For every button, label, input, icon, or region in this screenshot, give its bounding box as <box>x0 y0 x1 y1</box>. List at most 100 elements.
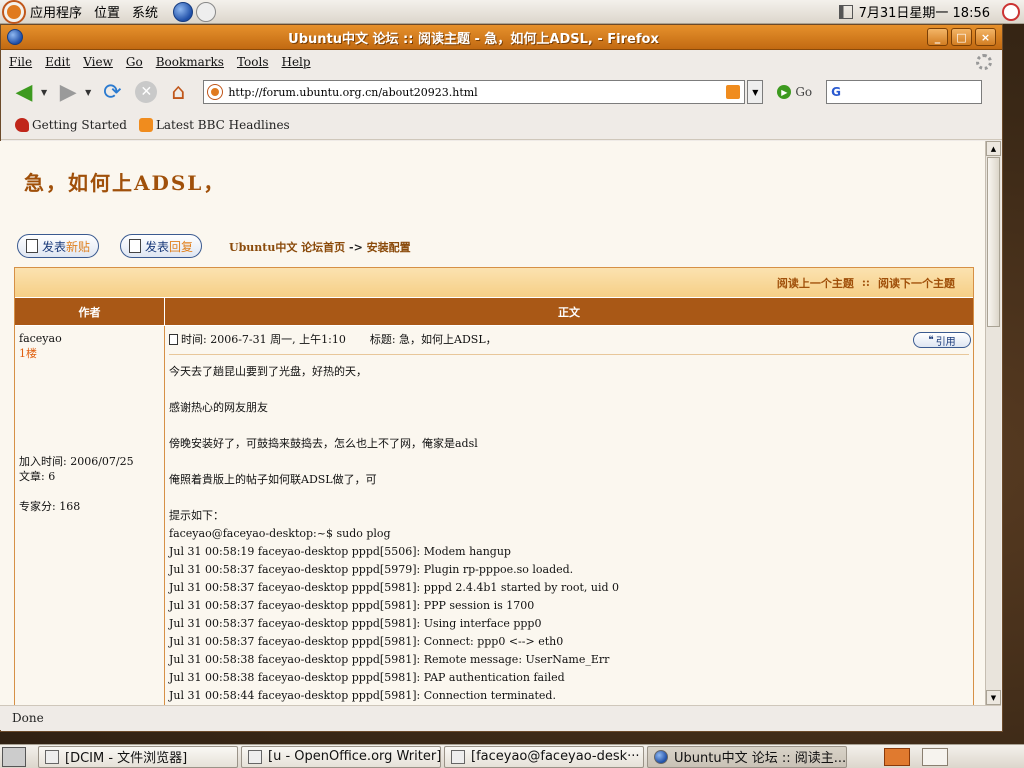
breadcrumb-forum-index[interactable]: Ubuntu中文 论坛首页 <box>229 241 345 254</box>
task-label: [DCIM - 文件浏览器] <box>65 751 188 766</box>
address-input[interactable]: http://forum.ubuntu.org.cn/about20923.ht… <box>228 86 726 99</box>
firefox-task-icon <box>654 749 668 764</box>
log-line: Jul 31 00:58:38 faceyao-desktop pppd[598… <box>169 671 565 684</box>
post-paragraph: 傍晚安装好了，可鼓捣来鼓捣去，怎么也上不了网，俺家是adsl <box>169 437 478 450</box>
menu-help[interactable]: Help <box>281 55 310 69</box>
maximize-button[interactable]: □ <box>951 28 972 46</box>
forward-button[interactable]: ▶ <box>53 77 83 107</box>
bookmark-bbc-headlines[interactable]: Latest BBC Headlines <box>138 117 290 132</box>
menu-edit[interactable]: Edit <box>45 55 70 69</box>
go-arrow-icon: ▶ <box>777 85 792 99</box>
top-panel: 应用程序 位置 系统 7月31日星期一 18:56 <box>0 0 1024 24</box>
reply-label-highlight: 回复 <box>169 239 194 254</box>
post-divider <box>169 354 969 355</box>
google-search-icon[interactable]: G <box>831 85 841 99</box>
bookmark-label: Getting Started <box>32 117 127 132</box>
power-icon[interactable] <box>1002 2 1020 21</box>
topic-nav-separator: :: <box>861 276 870 289</box>
topic-navigation: 阅读上一个主题 :: 阅读下一个主题 <box>15 268 973 298</box>
new-topic-button[interactable]: 发表 新贴 <box>17 234 100 258</box>
mail-launcher-icon[interactable] <box>196 1 217 22</box>
stop-button[interactable]: ✕ <box>135 81 158 103</box>
scroll-up-button[interactable]: ▲ <box>986 141 1001 156</box>
reply-button[interactable]: 发表 回复 <box>120 234 203 258</box>
workspace-2[interactable] <box>922 747 948 766</box>
menu-file[interactable]: File <box>9 55 32 69</box>
menu-applications[interactable]: 应用程序 <box>30 2 82 21</box>
window-titlebar[interactable]: Ubuntu中文 论坛 :: 阅读主题 - 急，如何上ADSL, - Firef… <box>1 25 1002 50</box>
go-button[interactable]: ▶ Go <box>777 85 812 99</box>
bookmark-label: Latest BBC Headlines <box>155 117 290 132</box>
volume-icon[interactable] <box>838 4 853 19</box>
forward-history-dropdown[interactable]: ▼ <box>85 88 91 97</box>
panel-clock[interactable]: 7月31日星期一 18:56 <box>859 2 990 21</box>
post-paragraph: 感谢热心的网友朋友 <box>169 401 268 414</box>
author-header: 作者 <box>15 298 165 325</box>
breadcrumb-install-config[interactable]: 安装配置 <box>367 241 411 254</box>
menu-tools[interactable]: Tools <box>237 55 269 69</box>
log-line: Jul 31 00:58:37 faceyao-desktop pppd[598… <box>169 635 564 648</box>
task-file-browser[interactable]: [DCIM - 文件浏览器] <box>38 745 238 768</box>
rss-bookmark-icon <box>138 117 153 132</box>
next-topic-link[interactable]: 阅读下一个主题 <box>878 275 955 291</box>
back-button[interactable]: ◀ <box>9 77 39 107</box>
quote-button[interactable]: ❝ 引用 <box>913 332 971 348</box>
scrollbar-thumb[interactable] <box>987 157 1000 327</box>
menu-bookmarks[interactable]: Bookmarks <box>156 55 224 69</box>
task-firefox[interactable]: Ubuntu中文 论坛 :: 阅读主... <box>647 745 847 768</box>
reply-label: 发表 <box>145 239 170 254</box>
menu-system[interactable]: 系统 <box>132 2 158 21</box>
bottom-taskbar: [DCIM - 文件浏览器] [u - OpenOffice.org Write… <box>0 744 1024 768</box>
firefox-bookmark-icon <box>15 117 29 132</box>
task-terminal[interactable]: [faceyao@faceyao-desk··· <box>444 745 644 768</box>
status-bar: Done <box>0 705 1001 730</box>
body-header: 正文 <box>165 298 973 325</box>
author-meta: 加入时间: 2006/07/25 文章: 6 专家分: 168 <box>19 454 134 514</box>
back-history-dropdown[interactable]: ▼ <box>41 88 47 97</box>
vertical-scrollbar[interactable]: ▲ ▼ <box>985 141 1001 705</box>
scroll-down-button[interactable]: ▼ <box>986 690 1001 705</box>
bookmark-getting-started[interactable]: Getting Started <box>15 117 127 132</box>
floor-number[interactable]: 1楼 <box>19 345 160 361</box>
log-line: Jul 31 00:58:37 faceyao-desktop pppd[598… <box>169 617 542 630</box>
author-name[interactable]: faceyao <box>19 332 160 345</box>
prev-topic-link[interactable]: 阅读上一个主题 <box>777 275 854 291</box>
search-input[interactable]: G <box>826 80 983 104</box>
url-history-dropdown[interactable]: ▼ <box>747 80 764 104</box>
post-paragraph: 今天去了趟昆山要到了光盘，好热的天， <box>169 365 367 378</box>
author-score: 专家分: 168 <box>19 500 81 513</box>
menu-go[interactable]: Go <box>126 55 143 69</box>
ubuntu-logo-icon[interactable] <box>4 1 24 22</box>
table-header: 作者 正文 <box>15 298 973 326</box>
task-openoffice-writer[interactable]: [u - OpenOffice.org Writer] <box>241 745 441 768</box>
close-button[interactable]: × <box>975 28 996 46</box>
home-button[interactable]: ⌂ <box>163 77 193 107</box>
bookmarks-toolbar: Getting Started Latest BBC Headlines <box>1 110 1002 140</box>
menu-view[interactable]: View <box>83 55 113 69</box>
menu-places[interactable]: 位置 <box>94 2 120 21</box>
log-line: Jul 31 00:58:38 faceyao-desktop pppd[598… <box>169 653 610 666</box>
menubar: File Edit View Go Bookmarks Tools Help <box>1 50 1002 74</box>
breadcrumb-separator: -> <box>349 241 363 254</box>
quote-icon: ❝ <box>928 334 934 346</box>
log-line: Jul 31 00:58:19 faceyao-desktop pppd[550… <box>169 545 511 558</box>
topic-title[interactable]: 急，如何上ADSL， <box>24 167 225 196</box>
show-desktop-button[interactable] <box>2 746 26 767</box>
post-table: 阅读上一个主题 :: 阅读下一个主题 作者 正文 faceyao 1楼 加入时间… <box>14 267 974 705</box>
workspace-1[interactable] <box>884 747 910 766</box>
throbber-icon <box>976 54 992 70</box>
window-title: Ubuntu中文 论坛 :: 阅读主题 - 急，如何上ADSL, - Firef… <box>288 31 659 47</box>
post-document-icon <box>169 333 178 345</box>
new-post-icon <box>26 239 38 253</box>
reload-button[interactable]: ⟳ <box>97 77 127 107</box>
rss-feed-icon[interactable] <box>726 85 741 99</box>
firefox-launcher-icon[interactable] <box>173 1 194 22</box>
address-bar[interactable]: http://forum.ubuntu.org.cn/about20923.ht… <box>203 80 746 104</box>
page-content: 急，如何上ADSL， 发表 新贴 发表 回复 Ubuntu中文 论坛首页 -> 安装… <box>0 141 985 705</box>
task-label: Ubuntu中文 论坛 :: 阅读主... <box>674 751 847 766</box>
minimize-button[interactable]: _ <box>927 28 948 46</box>
task-label: [faceyao@faceyao-desk··· <box>471 749 640 764</box>
author-column: faceyao 1楼 加入时间: 2006/07/25 文章: 6 专家分: 1… <box>15 326 165 705</box>
author-post-count: 文章: 6 <box>19 470 56 483</box>
post-row: faceyao 1楼 加入时间: 2006/07/25 文章: 6 专家分: 1… <box>15 326 973 705</box>
